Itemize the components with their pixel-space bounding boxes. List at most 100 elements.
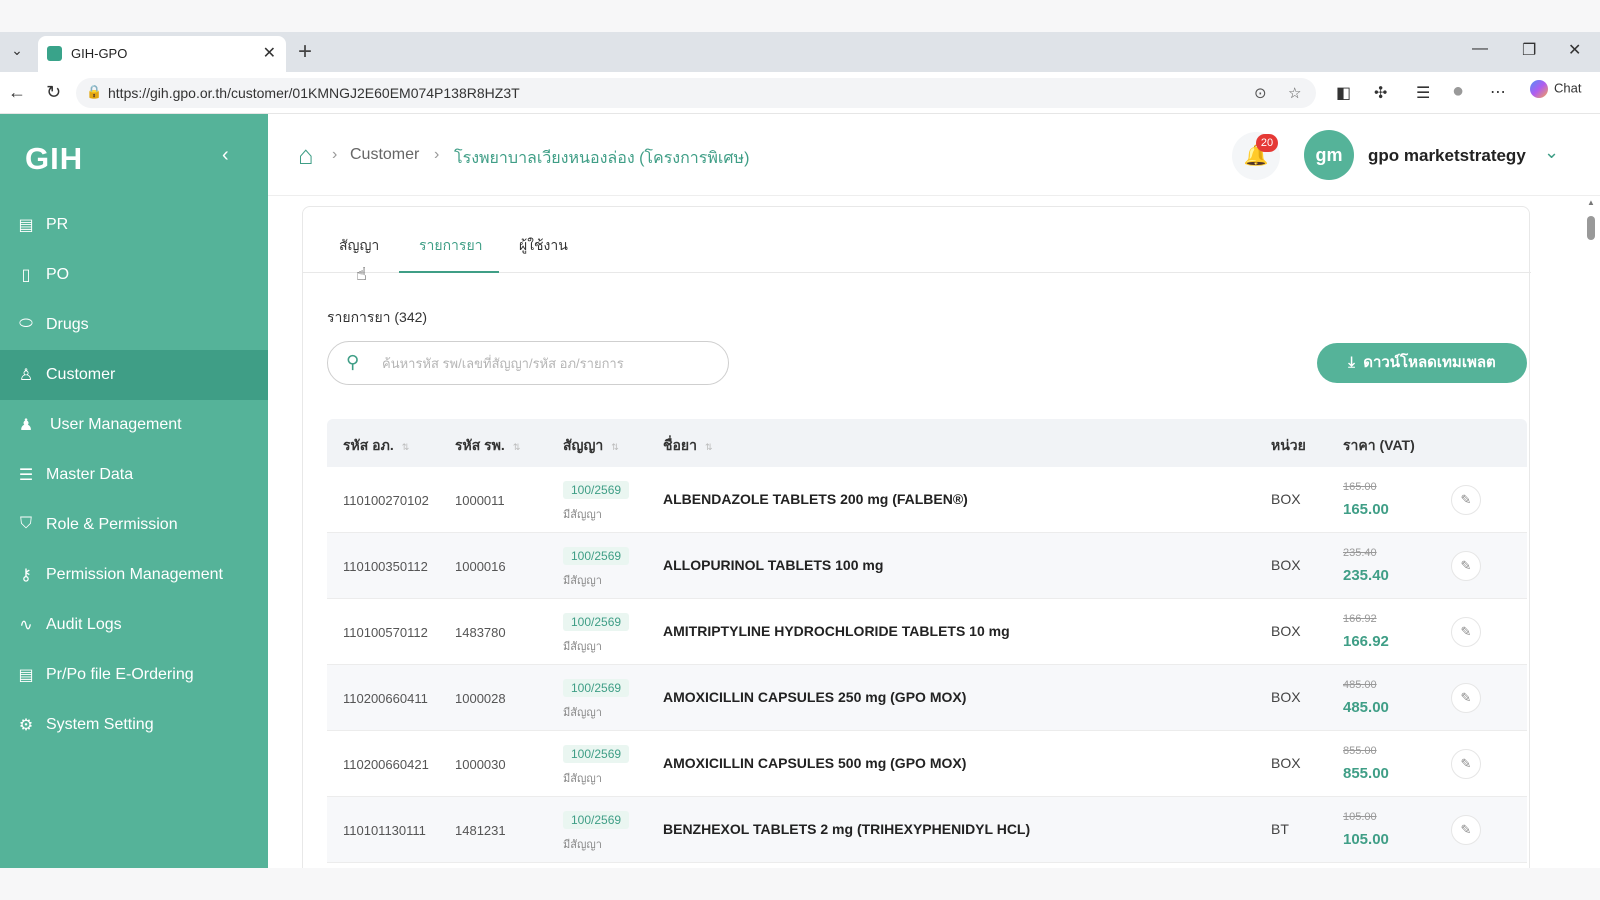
column-header-gpo-code[interactable]: รหัส อภ. ⇅ — [343, 435, 409, 457]
edit-pencil-icon[interactable]: ✎ — [1451, 485, 1481, 515]
old-price: 485.00 — [1343, 679, 1377, 691]
unit: BT — [1271, 821, 1289, 837]
table-row[interactable]: 110100350112 1000016 100/2569 มีสัญญา AL… — [327, 533, 1527, 599]
browser-menu-dots-icon[interactable]: ⋯ — [1490, 82, 1506, 102]
sort-icon[interactable]: ⇅ — [705, 442, 713, 452]
table-row[interactable]: 110200660411 1000028 100/2569 มีสัญญา AM… — [327, 665, 1527, 731]
gpo-code: 110101130111 — [343, 823, 426, 838]
document-icon: ▤ — [18, 217, 34, 234]
breadcrumb-customer[interactable]: Customer — [350, 146, 419, 164]
back-arrow-icon[interactable]: ← — [8, 82, 26, 103]
sort-icon[interactable]: ⇅ — [513, 442, 521, 452]
search-box[interactable]: ⚲ — [327, 341, 729, 385]
contract-status: มีสัญญา — [563, 773, 602, 785]
column-header-drug-name[interactable]: ชื่อยา ⇅ — [663, 435, 713, 457]
unit: BOX — [1271, 623, 1301, 639]
column-label: ชื่อยา — [663, 437, 697, 453]
download-template-button[interactable]: ⤓ ดาวน์โหลดเทมเพลต — [1317, 343, 1527, 383]
price: 105.00 — [1343, 831, 1389, 848]
favorites-list-icon[interactable]: ☰ — [1416, 83, 1430, 103]
column-header-contract[interactable]: สัญญา ⇅ — [563, 435, 619, 457]
table-row[interactable]: 110200660421 1000030 100/2569 มีสัญญา AM… — [327, 731, 1527, 797]
table-row[interactable]: 110100270102 1000011 100/2569 มีสัญญา AL… — [327, 467, 1527, 533]
tab-drug-list[interactable]: รายการยา — [419, 235, 483, 257]
sidebar-menu: ▤ PR ▯ PO ⬭ Drugs ♙ Customer ♟ User Managemen… — [0, 200, 268, 750]
sidebar-item-permission-management[interactable]: ⚷ Permission Management — [0, 550, 268, 600]
unit: BOX — [1271, 491, 1301, 507]
table-row[interactable]: 110100570112 1483780 100/2569 มีสัญญา AM… — [327, 599, 1527, 665]
shield-icon: ⛉ — [19, 515, 32, 532]
sidebar-item-system-setting[interactable]: ⚙ System Setting — [0, 700, 268, 750]
edit-pencil-icon[interactable]: ✎ — [1451, 683, 1481, 713]
copilot-chat-button[interactable]: Chat — [1530, 80, 1581, 98]
extensions-puzzle-icon[interactable]: ✣ — [1374, 83, 1387, 103]
file-text-icon: ▤ — [18, 667, 34, 684]
sidebar-item-po[interactable]: ▯ PO — [0, 250, 268, 300]
column-header-hospital-code[interactable]: รหัส รพ. ⇅ — [455, 435, 520, 457]
user-menu-chevron-down-icon[interactable]: ⌄ — [1544, 142, 1559, 163]
scrollbar-thumb[interactable] — [1587, 216, 1595, 240]
sidebar-item-customer[interactable]: ♙ Customer — [0, 350, 268, 400]
hospital-code: 1000028 — [455, 691, 506, 706]
sort-icon[interactable]: ⇅ — [402, 442, 410, 452]
sidebar-item-role-permission[interactable]: ⛉ Role & Permission — [0, 500, 268, 550]
more-page-actions-icon[interactable]: ⊙ — [1254, 84, 1267, 102]
table-header: รหัส อภ. ⇅ รหัส รพ. ⇅ สัญญา ⇅ ชื่อยา ⇅ หน่วย… — [327, 419, 1527, 467]
pill-icon: ⬭ — [19, 315, 33, 332]
notification-bell-icon[interactable]: 🔔 20 — [1232, 132, 1280, 180]
reload-icon[interactable]: ↻ — [46, 82, 61, 103]
browser-tab[interactable]: GIH-GPO ✕ — [38, 36, 286, 72]
breadcrumb-separator-icon: › — [434, 146, 440, 163]
favorite-star-icon[interactable]: ☆ — [1288, 84, 1301, 102]
scroll-up-arrow-icon[interactable]: ▲ — [1587, 198, 1595, 207]
activity-icon: ∿ — [19, 617, 33, 634]
restore-icon[interactable]: ❐ — [1522, 40, 1536, 60]
customer-detail-card: สัญญา รายการยา ผู้ใช้งาน รายการยา (342) … — [302, 206, 1531, 868]
column-label: รหัส รพ. — [455, 437, 505, 453]
page-scrollbar[interactable]: ▲ — [1584, 196, 1600, 868]
old-price: 855.00 — [1343, 745, 1377, 757]
sidebar-item-user-management[interactable]: ♟ User Management — [0, 400, 268, 450]
split-screen-icon[interactable]: ◧ — [1336, 83, 1351, 103]
contract-tag: 100/2569 — [563, 745, 630, 763]
new-tab-plus-icon[interactable]: + — [298, 38, 312, 66]
sidebar-item-label: Pr/Po file E-Ordering — [46, 666, 194, 683]
sidebar-item-pr[interactable]: ▤ PR — [0, 200, 268, 250]
minimize-icon[interactable]: — — [1472, 40, 1488, 58]
unit: BOX — [1271, 755, 1301, 771]
avatar[interactable]: gm — [1304, 130, 1354, 180]
tab-list-chevron-icon[interactable]: ⌄ — [6, 42, 28, 62]
home-icon[interactable]: ⌂ — [298, 140, 314, 171]
column-label: รหัส อภ. — [343, 437, 394, 453]
user-name[interactable]: gpo marketstrategy — [1368, 146, 1526, 166]
sidebar-collapse-chevron-icon[interactable]: ‹ — [222, 144, 229, 167]
tab-contract[interactable]: สัญญา — [339, 235, 379, 257]
profile-avatar-icon[interactable]: ● — [1452, 80, 1464, 103]
edit-pencil-icon[interactable]: ✎ — [1451, 815, 1481, 845]
table-row[interactable]: 110101130111 1481231 100/2569 มีสัญญา BE… — [327, 797, 1527, 863]
sort-icon[interactable]: ⇅ — [611, 442, 619, 452]
contract-tag: 100/2569 — [563, 811, 630, 829]
sidebar-item-pr-po-file[interactable]: ▤ Pr/Po file E-Ordering — [0, 650, 268, 700]
sidebar-item-audit-logs[interactable]: ∿ Audit Logs — [0, 600, 268, 650]
edit-pencil-icon[interactable]: ✎ — [1451, 551, 1481, 581]
drug-list-count: รายการยา (342) — [327, 309, 428, 325]
edit-pencil-icon[interactable]: ✎ — [1451, 617, 1481, 647]
download-icon: ⤓ — [1348, 354, 1355, 371]
url-field[interactable]: 🔒 https://gih.gpo.or.th/customer/01KMNGJ… — [76, 78, 1316, 108]
tab-close-icon[interactable]: ✕ — [263, 43, 276, 63]
contract-tag: 100/2569 — [563, 679, 630, 697]
tab-users[interactable]: ผู้ใช้งาน — [519, 235, 568, 257]
hospital-code: 1000030 — [455, 757, 506, 772]
window-close-icon[interactable]: ✕ — [1568, 40, 1581, 60]
site-info-lock-icon[interactable]: 🔒 — [86, 84, 102, 100]
contract-tag: 100/2569 — [563, 547, 630, 565]
search-input[interactable] — [382, 352, 712, 374]
breadcrumb-current: โรงพยาบาลเวียงหนองล่อง (โครงการพิเศษ) — [454, 150, 750, 167]
sidebar-item-drugs[interactable]: ⬭ Drugs — [0, 300, 268, 350]
column-header-price: ราคา (VAT) — [1343, 437, 1415, 453]
sidebar-item-master-data[interactable]: ☰ Master Data — [0, 450, 268, 500]
browser-tab-title: GIH-GPO — [71, 46, 128, 61]
old-price: 235.40 — [1343, 547, 1377, 559]
edit-pencil-icon[interactable]: ✎ — [1451, 749, 1481, 779]
